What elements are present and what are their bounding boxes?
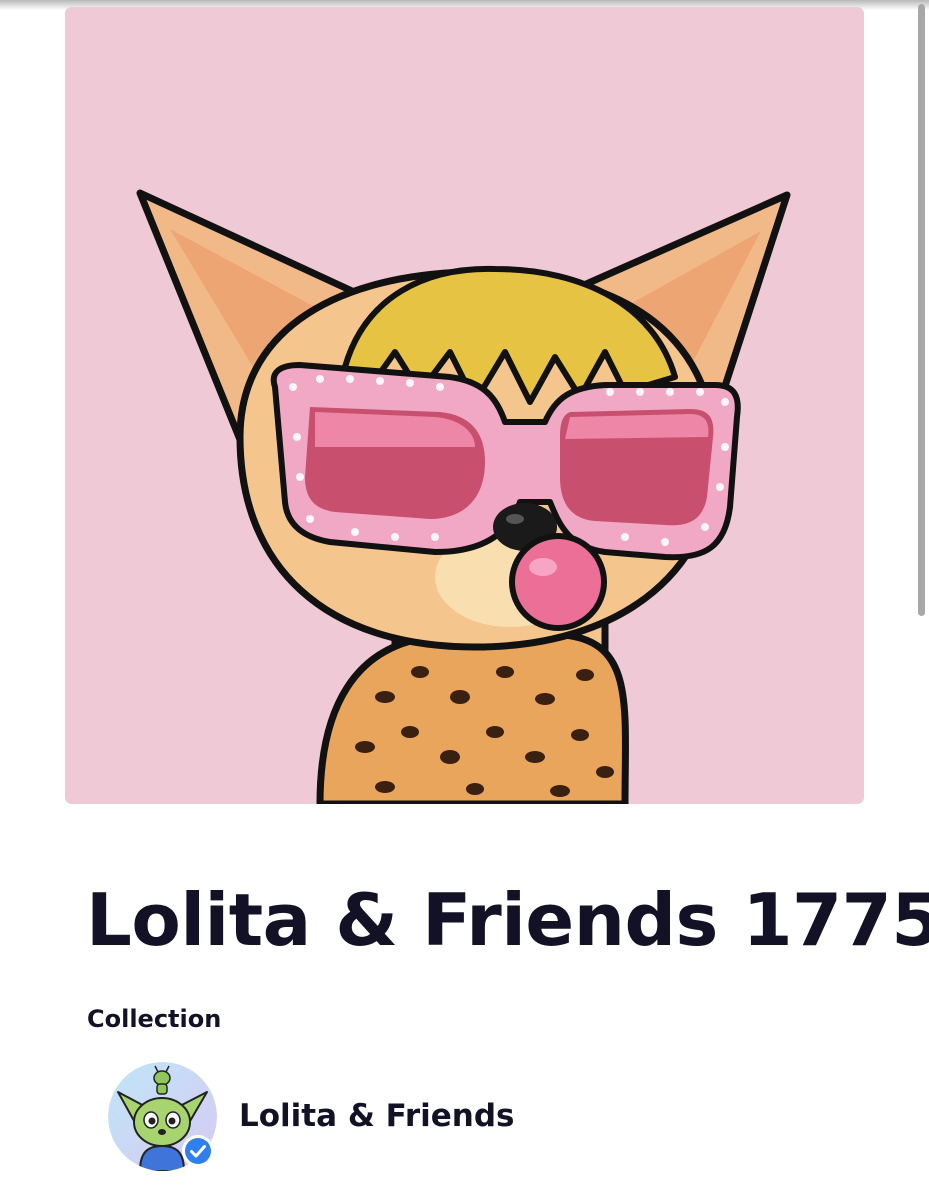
nft-title: Lolita & Friends 1775 (86, 878, 929, 962)
nft-artwork-image[interactable] (65, 7, 864, 804)
scrollbar-thumb[interactable] (918, 4, 925, 616)
collection-label: Collection (87, 1005, 222, 1033)
verified-badge-icon (182, 1134, 214, 1167)
vertical-scrollbar[interactable] (915, 0, 929, 1200)
page: Lolita & Friends 1775 Collection Lolita … (0, 0, 929, 1200)
collection-avatar[interactable] (108, 1061, 217, 1171)
nft-artwork-icon (65, 7, 864, 804)
collection-name[interactable]: Lolita & Friends (239, 1096, 515, 1136)
collection-link[interactable]: Lolita & Friends (108, 1060, 528, 1172)
